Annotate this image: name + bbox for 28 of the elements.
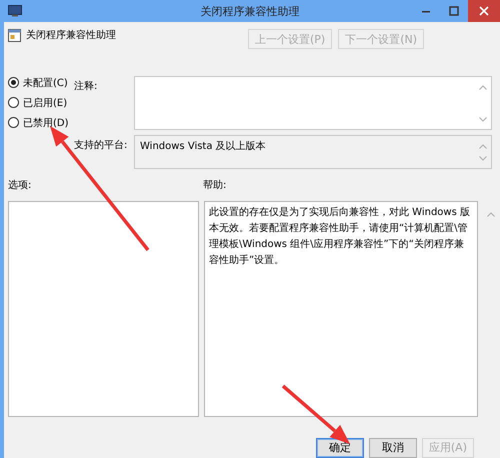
scroll-up-icon[interactable] [479, 144, 487, 149]
ok-button[interactable]: 确定 [316, 438, 364, 458]
platform-value: Windows Vista 及以上版本 [140, 140, 266, 154]
radio-label[interactable]: 未配置(C) [23, 76, 68, 90]
radio-label[interactable]: 已禁用(D) [23, 116, 69, 130]
policy-name: 关闭程序兼容性助理 [26, 28, 116, 42]
comment-label: 注释: [74, 80, 98, 94]
comment-field[interactable] [134, 76, 492, 130]
scroll-down-icon[interactable] [479, 156, 487, 161]
radio-button[interactable] [8, 117, 19, 128]
cancel-button[interactable]: 取消 [368, 438, 417, 458]
help-label: 帮助: [203, 178, 226, 193]
scroll-down-icon[interactable] [479, 116, 487, 122]
close-icon [479, 6, 489, 16]
radio-label[interactable]: 已启用(E) [23, 96, 68, 110]
close-button[interactable] [468, 0, 500, 22]
options-label: 选项: [8, 178, 32, 193]
window-title: 关闭程序兼容性助理 [200, 4, 300, 18]
arrow [282, 384, 350, 444]
scroll-up-icon[interactable] [479, 84, 487, 90]
radio-button[interactable] [8, 97, 19, 108]
policy-icon [8, 28, 21, 42]
maximize-icon [449, 6, 459, 16]
platform-label: 支持的平台: [74, 138, 128, 153]
scroll-up-icon[interactable] [487, 212, 495, 218]
help-text: 此设置的存在仅是为了实现后向兼容性，对此 Windows 版本无效。若要配置程序兼容性助手，请使用“计算机配置\管理模板\Windows 组件\应用程序兼容性”下的“关闭程序兼容性助手”设置。 [204, 201, 478, 417]
radio-button[interactable] [8, 77, 19, 88]
app-icon [8, 5, 22, 17]
